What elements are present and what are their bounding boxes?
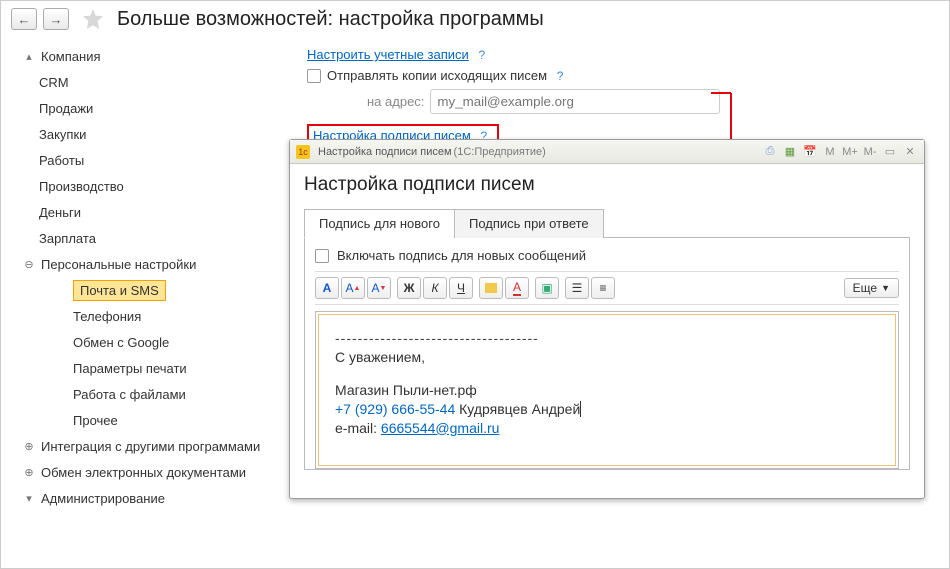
sidebar-item-administration[interactable]: ▾Администрирование [19, 485, 291, 511]
include-signature-label: Включать подпись для новых сообщений [337, 248, 586, 263]
sidebar-item-files[interactable]: Работа с файлами [19, 381, 291, 407]
help-icon[interactable]: ? [475, 48, 489, 62]
numbered-list-button[interactable]: ≡ [591, 277, 615, 299]
sidebar-item-other[interactable]: Прочее [19, 407, 291, 433]
window-heading: Настройка подписи писем [304, 174, 910, 196]
configure-accounts-link[interactable]: Настроить учетные записи [307, 47, 469, 62]
signature-company: Магазин Пыли-нет.рф [335, 381, 879, 400]
tab-reply-signature[interactable]: Подпись при ответе [454, 209, 604, 238]
format-toolbar: A A▲ A▼ Ж К Ч A [315, 271, 899, 305]
signature-email[interactable]: 6665544@gmail.ru [381, 420, 500, 436]
signature-email-label: e-mail: [335, 420, 381, 436]
sidebar-item-money[interactable]: Деньги [19, 199, 291, 225]
calendar-icon[interactable]: 📅 [802, 144, 818, 160]
sidebar-item-production[interactable]: Производство [19, 173, 291, 199]
signature-editor[interactable]: ------------------------------------ С у… [315, 311, 899, 469]
chevron-up-icon: ▴ [19, 46, 39, 66]
signature-regards: С уважением, [335, 348, 879, 367]
font-button[interactable]: A [315, 277, 339, 299]
address-label: на адрес: [367, 94, 424, 109]
sidebar-item-print-params[interactable]: Параметры печати [19, 355, 291, 381]
window-title: Настройка подписи писем [318, 146, 452, 158]
sidebar-item-works[interactable]: Работы [19, 147, 291, 173]
insert-image-button[interactable]: ▣ [535, 277, 559, 299]
sidebar-item-mail-sms[interactable]: Почта и SMS [19, 277, 291, 303]
include-signature-checkbox[interactable] [315, 249, 329, 263]
print-icon[interactable]: ⎙ [762, 144, 778, 160]
signature-divider: ------------------------------------ [335, 329, 879, 348]
signature-name: Кудрявцев Андрей [455, 401, 581, 417]
close-button[interactable]: ✕ [902, 144, 918, 160]
calc-icon[interactable]: ▦ [782, 144, 798, 160]
sidebar-item-salary[interactable]: Зарплата [19, 225, 291, 251]
star-icon[interactable] [81, 7, 105, 31]
text-color-button[interactable]: A [505, 277, 529, 299]
window-titlebar[interactable]: 1c Настройка подписи писем (1С:Предприят… [290, 140, 924, 164]
collapse-icon: ⊖ [19, 254, 39, 274]
page-title: Больше возможностей: настройка программы [117, 8, 544, 31]
expand-icon: ⊕ [19, 436, 39, 456]
sidebar-item-company[interactable]: ▴Компания [19, 43, 291, 69]
sidebar: ▴Компания CRM Продажи Закупки Работы Про… [1, 37, 291, 511]
sidebar-item-crm[interactable]: CRM [19, 69, 291, 95]
sidebar-item-integration[interactable]: ⊕Интеграция с другими программами [19, 433, 291, 459]
more-button[interactable]: Еще▼ [844, 278, 899, 298]
send-copies-label: Отправлять копии исходящих писем [327, 68, 547, 83]
help-icon[interactable]: ? [553, 69, 567, 83]
m-button[interactable]: M [822, 144, 838, 160]
send-copies-checkbox[interactable] [307, 69, 321, 83]
chevron-down-icon: ▼ [881, 283, 890, 293]
shrink-font-button[interactable]: A▼ [367, 277, 391, 299]
sidebar-item-google-sync[interactable]: Обмен с Google [19, 329, 291, 355]
window-env: (1С:Предприятие) [454, 146, 546, 158]
tab-new-signature[interactable]: Подпись для нового [304, 209, 455, 238]
mminus-button[interactable]: M- [862, 144, 878, 160]
sidebar-item-purchases[interactable]: Закупки [19, 121, 291, 147]
nav-back-button[interactable]: ← [11, 8, 37, 30]
signature-phone[interactable]: +7 (929) 666-55-44 [335, 401, 455, 417]
sidebar-item-edoc-exchange[interactable]: ⊕Обмен электронных документами [19, 459, 291, 485]
sidebar-item-sales[interactable]: Продажи [19, 95, 291, 121]
underline-button[interactable]: Ч [449, 277, 473, 299]
signature-window: 1c Настройка подписи писем (1С:Предприят… [289, 139, 925, 499]
mplus-button[interactable]: M+ [842, 144, 858, 160]
minimize-button[interactable]: ▭ [882, 144, 898, 160]
bullet-list-button[interactable]: ☰ [565, 277, 589, 299]
tabs: Подпись для нового Подпись при ответе [304, 208, 910, 238]
sidebar-item-telephony[interactable]: Телефония [19, 303, 291, 329]
address-input[interactable] [430, 89, 720, 114]
bold-button[interactable]: Ж [397, 277, 421, 299]
grow-font-button[interactable]: A▲ [341, 277, 365, 299]
chevron-down-icon: ▾ [19, 488, 39, 508]
sidebar-item-personal-settings[interactable]: ⊖Персональные настройки [19, 251, 291, 277]
italic-button[interactable]: К [423, 277, 447, 299]
bg-color-button[interactable] [479, 277, 503, 299]
app-logo-icon: 1c [296, 145, 310, 159]
content-pane: Настроить учетные записи ? Отправлять ко… [291, 37, 949, 511]
nav-forward-button[interactable]: → [43, 8, 69, 30]
expand-icon: ⊕ [19, 462, 39, 482]
